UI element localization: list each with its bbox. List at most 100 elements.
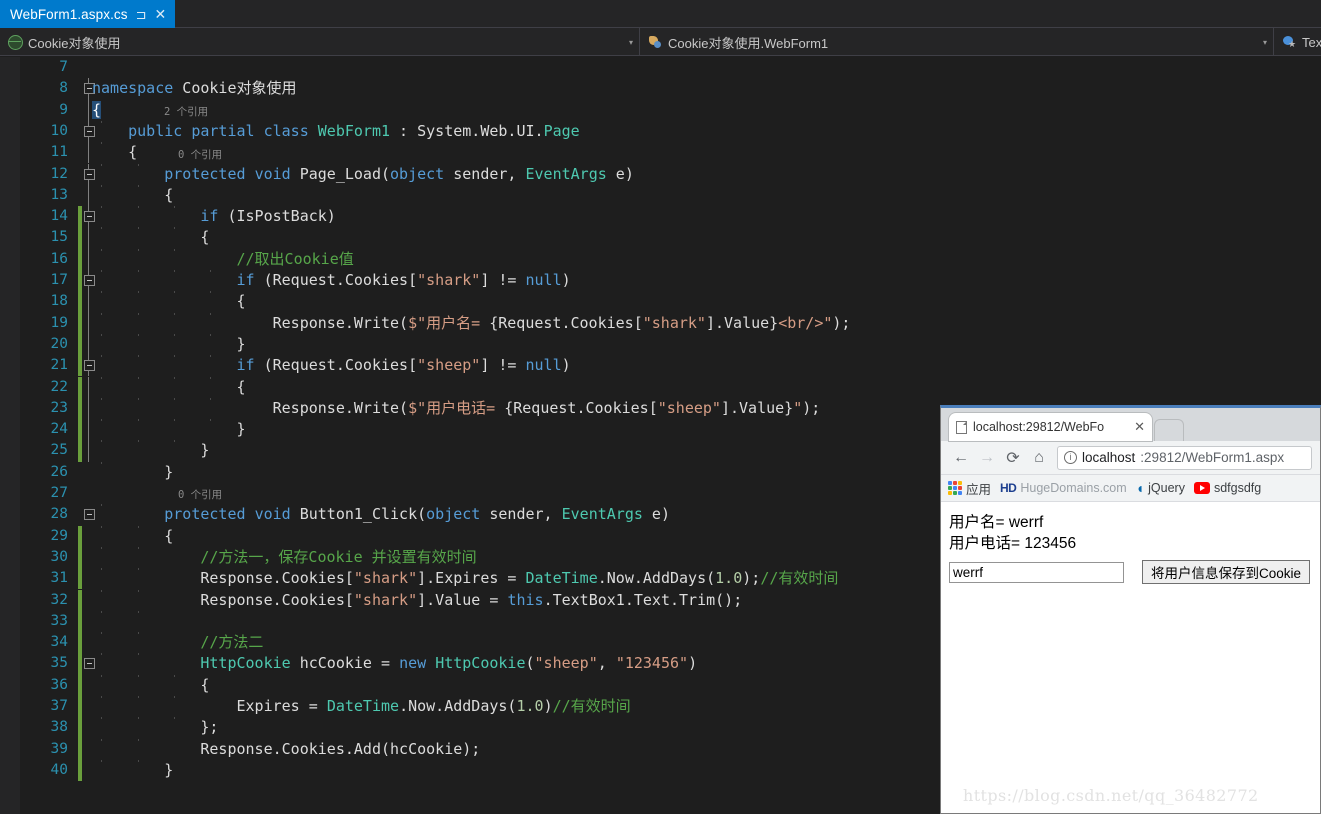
code-text: Response.Cookies["shark"].Expires = Date… [92, 569, 839, 588]
change-indicator [78, 610, 82, 633]
indent-guide [88, 184, 89, 207]
line-number: 7 [59, 59, 68, 75]
indent-guide [88, 248, 89, 270]
line-number: 18 [50, 293, 68, 310]
class-icon [647, 34, 663, 50]
bookmark-hugedomains[interactable]: HD HugeDomains.com [1000, 481, 1127, 495]
site-info-icon[interactable]: i [1064, 451, 1077, 464]
close-icon[interactable]: ✕ [1134, 419, 1145, 435]
code-line[interactable]: 10 public partial class WebForm1 : Syste… [0, 120, 1321, 143]
code-text: Response.Cookies["shark"].Value = this.T… [92, 590, 743, 609]
chevron-down-icon[interactable]: ▾ [623, 38, 639, 47]
line-number: 16 [50, 250, 68, 267]
chevron-down-icon[interactable]: ▾ [1257, 38, 1273, 47]
reload-button[interactable]: ⟳ [1001, 446, 1025, 470]
phone-output: 用户电话= 123456 [949, 535, 1077, 552]
code-text: { [92, 526, 174, 545]
ide-navigation-bar: Cookie对象使用 ▾ Cookie对象使用.WebForm1 ▾ Text [0, 28, 1321, 56]
forward-button[interactable]: → [975, 446, 999, 470]
line-number: 26 [50, 463, 68, 480]
code-line[interactable]: 17 if (Request.Cookies["shark"] != null) [0, 270, 1321, 292]
line-number: 35 [50, 655, 68, 672]
type-dropdown[interactable]: Cookie对象使用.WebForm1 ▾ [640, 28, 1274, 56]
code-line[interactable]: 16 //取出Cookie值 [0, 248, 1321, 270]
code-line[interactable]: 13 { [0, 184, 1321, 207]
line-number: 28 [50, 506, 68, 523]
code-text: { [92, 377, 246, 396]
code-line[interactable]: 21 if (Request.Cookies["sheep"] != null) [0, 355, 1321, 377]
change-indicator [78, 206, 82, 228]
codelens-reference-count[interactable]: 2 个引用 [164, 104, 208, 120]
pin-icon[interactable]: ⊐ [136, 8, 147, 21]
web-page-content: 用户名= werrf 用户电话= 123456 将用户信息保存到Cookie h… [941, 502, 1320, 813]
code-line[interactable]: 8 namespace Cookie对象使用 [0, 78, 1321, 100]
watermark: https://blog.csdn.net/qq_36482772 [963, 786, 1259, 805]
code-line[interactable]: 19 Response.Write($"用户名= {Request.Cookie… [0, 312, 1321, 334]
property-icon [1281, 34, 1297, 50]
address-bar[interactable]: i localhost:29812/WebForm1.aspx [1057, 445, 1312, 470]
screen-root: WebForm1.aspx.cs ⊐ ✕ Cookie对象使用 ▾ Cookie… [0, 0, 1321, 814]
code-text: //方法二 [92, 633, 264, 652]
code-text: } [92, 441, 210, 460]
type-dropdown-label: Cookie对象使用.WebForm1 [668, 35, 829, 51]
change-indicator [78, 227, 82, 249]
bookmark-sdfgsdfg[interactable]: sdfgsdfg [1193, 481, 1261, 495]
home-button[interactable]: ⌂ [1027, 446, 1051, 470]
line-number: 29 [50, 527, 68, 544]
code-line[interactable]: 12 protected void Page_Load(object sende… [0, 163, 1321, 185]
bookmark-jquery[interactable]: ◖ jQuery [1136, 480, 1185, 496]
line-number: 27 [50, 485, 68, 501]
browser-tab[interactable]: localhost:29812/WebFo ✕ [949, 413, 1152, 441]
indent-guide [88, 440, 89, 462]
code-text: { [92, 675, 210, 694]
code-line[interactable]: 15 { [0, 227, 1321, 249]
bookmarks-bar: 应用 HD HugeDomains.com ◖ jQuery sdfgsdfg [941, 475, 1320, 502]
line-number: 22 [50, 378, 68, 395]
code-text: //取出Cookie值 [92, 249, 354, 268]
codelens-reference-count[interactable]: 0 个引用 [178, 487, 222, 503]
url-host: localhost [1082, 450, 1136, 465]
new-tab-button[interactable] [1154, 419, 1184, 441]
line-number: 38 [50, 719, 68, 736]
line-number: 10 [50, 122, 68, 139]
code-line[interactable]: 18 { [0, 291, 1321, 313]
member-dropdown[interactable]: Text [1274, 28, 1321, 56]
username-input[interactable] [949, 561, 1124, 583]
code-text: HttpCookie hcCookie = new HttpCookie("sh… [92, 654, 698, 673]
browser-tab-title: localhost:29812/WebFo [973, 420, 1105, 434]
indent-guide [101, 610, 102, 633]
line-number: 36 [50, 676, 68, 693]
bookmark-label: jQuery [1148, 481, 1185, 495]
line-number: 8 [59, 80, 68, 97]
indent-guide [88, 99, 89, 121]
line-number: 25 [50, 442, 68, 459]
change-indicator [78, 674, 82, 696]
line-number: 33 [50, 612, 68, 629]
code-line[interactable]: 22 { [0, 376, 1321, 398]
back-button[interactable]: ← [949, 446, 973, 470]
code-line[interactable]: 14 if (IsPostBack) [0, 206, 1321, 228]
code-text: { [92, 292, 246, 311]
line-number: 9 [59, 101, 68, 118]
browser-window[interactable]: localhost:29812/WebFo ✕ ← → ⟳ ⌂ i localh… [940, 405, 1321, 814]
save-cookie-button[interactable]: 将用户信息保存到Cookie [1142, 560, 1311, 584]
page-icon [956, 420, 967, 434]
editor-tab-webform1[interactable]: WebForm1.aspx.cs ⊐ ✕ [0, 0, 176, 28]
line-number: 12 [50, 165, 68, 182]
change-indicator [78, 653, 82, 675]
line-number: 17 [50, 272, 68, 288]
line-number: 40 [50, 761, 68, 778]
ide-tab-strip: WebForm1.aspx.cs ⊐ ✕ [0, 0, 1321, 28]
code-text: { [92, 228, 210, 247]
code-line[interactable]: 7 [0, 57, 1321, 78]
code-text: if (Request.Cookies["shark"] != null) [92, 271, 571, 289]
line-number: 34 [50, 634, 68, 651]
code-text: }; [92, 718, 219, 737]
close-icon[interactable]: ✕ [155, 7, 167, 21]
line-number: 31 [50, 570, 68, 587]
code-line[interactable]: 20 } [0, 333, 1321, 356]
bookmark-apps[interactable]: 应用 [948, 479, 991, 498]
change-indicator [78, 419, 82, 441]
codelens-reference-count[interactable]: 0 个引用 [178, 147, 222, 163]
project-dropdown[interactable]: Cookie对象使用 ▾ [0, 28, 640, 56]
